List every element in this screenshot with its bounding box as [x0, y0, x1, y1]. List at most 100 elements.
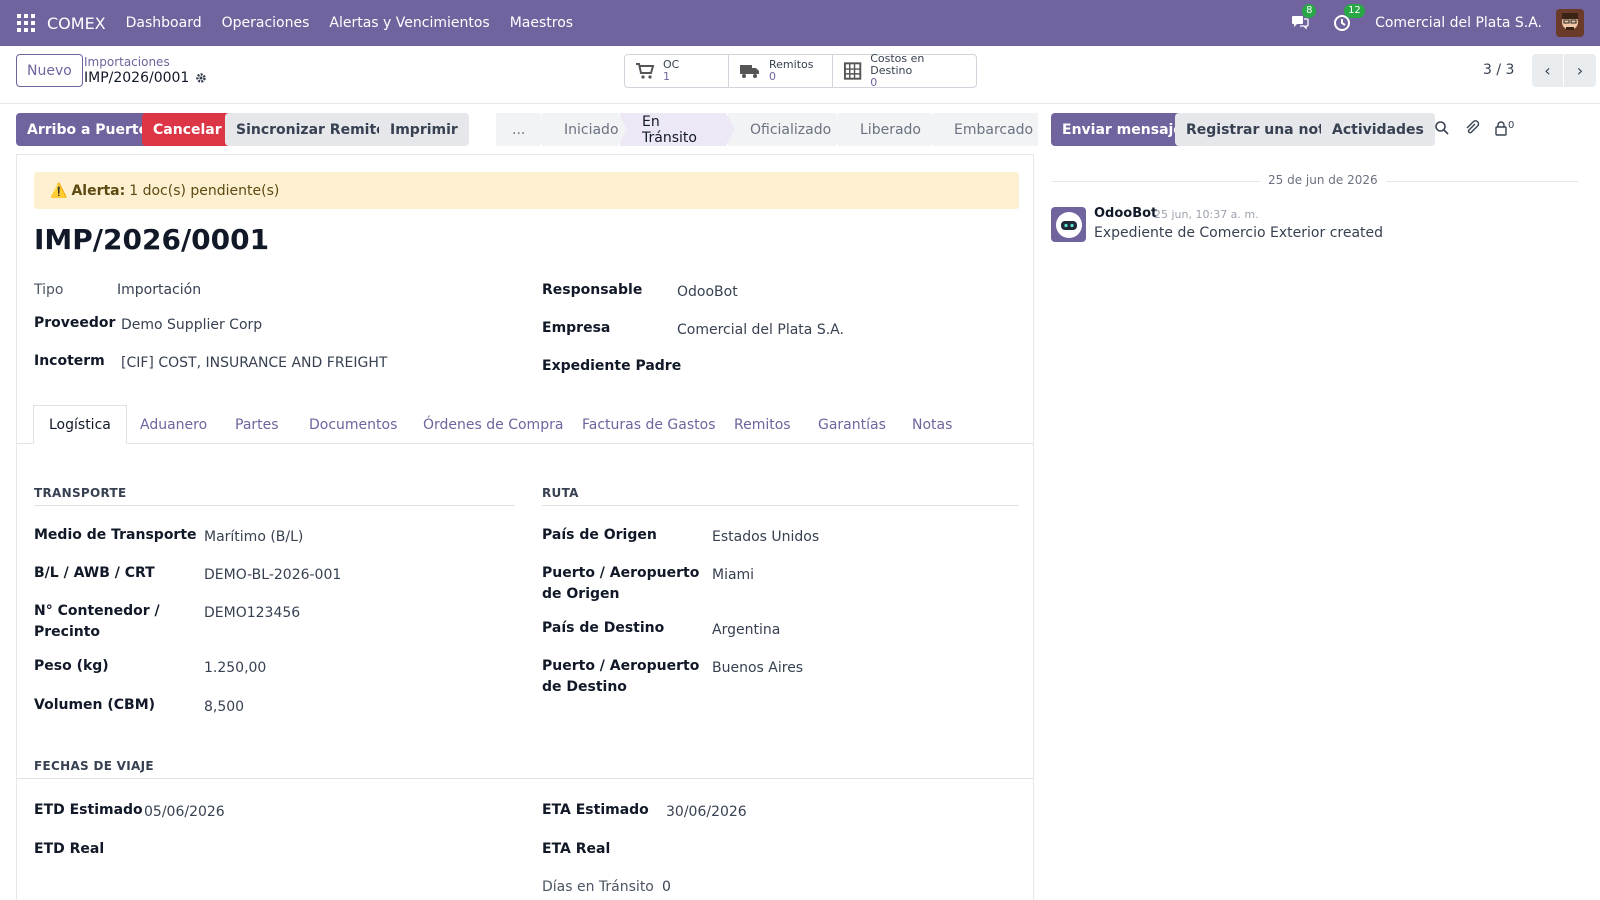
- paperclip-icon[interactable]: [1464, 120, 1480, 136]
- followers-button[interactable]: 0: [1494, 120, 1514, 136]
- incoterm-field[interactable]: [CIF] COST, INSURANCE AND FREIGHT: [121, 353, 387, 373]
- stage-iniciado[interactable]: Iniciado: [542, 113, 627, 146]
- smart-button-oc-value: 1: [663, 70, 670, 83]
- tab-aduanero[interactable]: Aduanero: [140, 405, 207, 444]
- top-navbar: COMEX Dashboard Operaciones Alertas y Ve…: [0, 0, 1600, 46]
- pager-previous-button[interactable]: ‹: [1532, 54, 1564, 87]
- alert-prefix: Alerta:: [71, 182, 126, 199]
- smart-button-oc[interactable]: OC 1: [625, 55, 729, 87]
- bl-label: B/L / AWB / CRT: [34, 565, 155, 581]
- stage-liberado[interactable]: Liberado: [838, 113, 939, 146]
- ruta-divider: [542, 505, 1019, 506]
- fechas-section-title: FECHAS DE VIAJE: [34, 759, 154, 773]
- pais-origen-label: País de Origen: [542, 527, 657, 543]
- app-brand[interactable]: COMEX: [47, 14, 106, 33]
- status-bar: ... Iniciado En Tránsito Oficializado Li…: [496, 113, 1040, 146]
- dias-transito-field[interactable]: 0: [662, 877, 671, 897]
- log-note-button[interactable]: Registrar una nota: [1175, 113, 1346, 146]
- smart-button-costos-value: 0: [870, 76, 878, 89]
- activities-button[interactable]: 12: [1333, 4, 1365, 33]
- menu-alertas[interactable]: Alertas y Vencimientos: [329, 15, 489, 31]
- tab-ordenes-compra[interactable]: Órdenes de Compra: [423, 405, 563, 444]
- contenedor-field[interactable]: DEMO123456: [204, 603, 300, 623]
- followers-count: 0: [1508, 120, 1515, 131]
- responsable-field[interactable]: OdooBot: [677, 282, 738, 302]
- incoterm-label: Incoterm: [34, 353, 105, 369]
- pager-value[interactable]: 3 / 3: [1483, 62, 1514, 78]
- lock-icon: [1495, 121, 1507, 136]
- activities-button[interactable]: Actividades: [1321, 113, 1435, 146]
- etd-estimado-field[interactable]: 05/06/2026: [144, 802, 225, 822]
- control-panel-divider: [0, 103, 1600, 104]
- eta-estimado-field[interactable]: 30/06/2026: [666, 802, 747, 822]
- puerto-destino-field[interactable]: Buenos Aires: [712, 658, 803, 678]
- menu-operaciones[interactable]: Operaciones: [222, 15, 310, 31]
- stage-more[interactable]: ...: [496, 113, 549, 146]
- proveedor-field[interactable]: Demo Supplier Corp: [121, 315, 262, 335]
- stage-en-transito[interactable]: En Tránsito: [620, 113, 735, 146]
- tipo-label: Tipo: [34, 282, 64, 298]
- tab-logistica[interactable]: Logística: [33, 405, 127, 444]
- puerto-destino-label-line2: de Destino: [542, 679, 627, 695]
- empresa-field[interactable]: Comercial del Plata S.A.: [677, 320, 844, 340]
- cart-icon: [636, 63, 655, 79]
- breadcrumb-parent[interactable]: Importaciones: [84, 55, 170, 69]
- notebook-tabs: Logística Aduanero Partes Documentos Órd…: [17, 405, 1033, 444]
- apps-menu-icon[interactable]: [17, 14, 35, 32]
- smart-button-costos[interactable]: Costos en Destino 0: [833, 53, 976, 89]
- stage-embarcado[interactable]: Embarcado: [932, 113, 1038, 146]
- transporte-section-title: TRANSPORTE: [34, 486, 127, 500]
- gear-icon[interactable]: [195, 72, 207, 84]
- smart-button-remitos-value: 0: [769, 70, 776, 83]
- smart-buttons: OC 1 Remitos 0 Costos en Destino 0: [624, 53, 977, 89]
- volumen-field[interactable]: 8,500: [204, 697, 244, 717]
- menu-maestros[interactable]: Maestros: [510, 15, 573, 31]
- tab-facturas-gastos[interactable]: Facturas de Gastos: [582, 405, 716, 444]
- company-switcher[interactable]: Comercial del Plata S.A.: [1375, 15, 1542, 31]
- print-button[interactable]: Imprimir: [379, 113, 469, 146]
- send-message-button[interactable]: Enviar mensaje: [1051, 113, 1194, 146]
- search-icon[interactable]: [1434, 120, 1450, 136]
- empresa-label: Empresa: [542, 320, 611, 336]
- transporte-divider: [34, 505, 515, 506]
- pais-destino-field[interactable]: Argentina: [712, 620, 780, 640]
- bl-field[interactable]: DEMO-BL-2026-001: [204, 565, 341, 585]
- warning-icon: ⚠️: [50, 182, 68, 199]
- eta-estimado-label: ETA Estimado: [542, 802, 649, 818]
- medio-field[interactable]: Marítimo (B/L): [204, 527, 303, 547]
- cancel-button[interactable]: Cancelar: [142, 113, 233, 146]
- calculator-icon: [843, 62, 862, 80]
- menu-dashboard[interactable]: Dashboard: [126, 15, 202, 31]
- puerto-origen-field[interactable]: Miami: [712, 565, 754, 585]
- puerto-origen-label-line1: Puerto / Aeropuerto: [542, 565, 700, 581]
- message-author[interactable]: OdooBot: [1094, 206, 1157, 221]
- pager-next-button[interactable]: ›: [1564, 54, 1596, 87]
- arrival-button[interactable]: Arribo a Puerto: [16, 113, 160, 146]
- message-date: 25 de jun de 2026: [1260, 173, 1386, 187]
- responsable-label: Responsable: [542, 282, 643, 298]
- smart-button-remitos[interactable]: Remitos 0: [729, 55, 833, 87]
- user-avatar[interactable]: [1556, 9, 1584, 37]
- medio-label: Medio de Transporte: [34, 527, 197, 543]
- breadcrumb-current-label: IMP/2026/0001: [84, 70, 190, 86]
- new-button[interactable]: Nuevo: [16, 54, 83, 87]
- pais-origen-field[interactable]: Estados Unidos: [712, 527, 819, 547]
- tab-garantias[interactable]: Garantías: [818, 405, 886, 444]
- tab-notas[interactable]: Notas: [912, 405, 952, 444]
- tab-partes[interactable]: Partes: [235, 405, 279, 444]
- tipo-field[interactable]: Importación: [117, 280, 201, 300]
- form-sheet: ⚠️ Alerta: 1 doc(s) pendiente(s) IMP/202…: [16, 154, 1034, 900]
- puerto-destino-label-line1: Puerto / Aeropuerto: [542, 658, 700, 674]
- peso-field[interactable]: 1.250,00: [204, 658, 266, 678]
- tab-documentos[interactable]: Documentos: [309, 405, 397, 444]
- messaging-button[interactable]: 8: [1291, 4, 1317, 33]
- eta-real-label: ETA Real: [542, 841, 611, 857]
- volumen-label: Volumen (CBM): [34, 697, 156, 713]
- fechas-divider: [17, 778, 1033, 779]
- ruta-section-title: RUTA: [542, 486, 579, 500]
- stage-oficializado[interactable]: Oficializado: [728, 113, 845, 146]
- odoobot-avatar[interactable]: [1051, 207, 1086, 242]
- record-title: IMP/2026/0001: [34, 223, 270, 256]
- robot-icon: [1055, 211, 1082, 238]
- tab-remitos[interactable]: Remitos: [734, 405, 791, 444]
